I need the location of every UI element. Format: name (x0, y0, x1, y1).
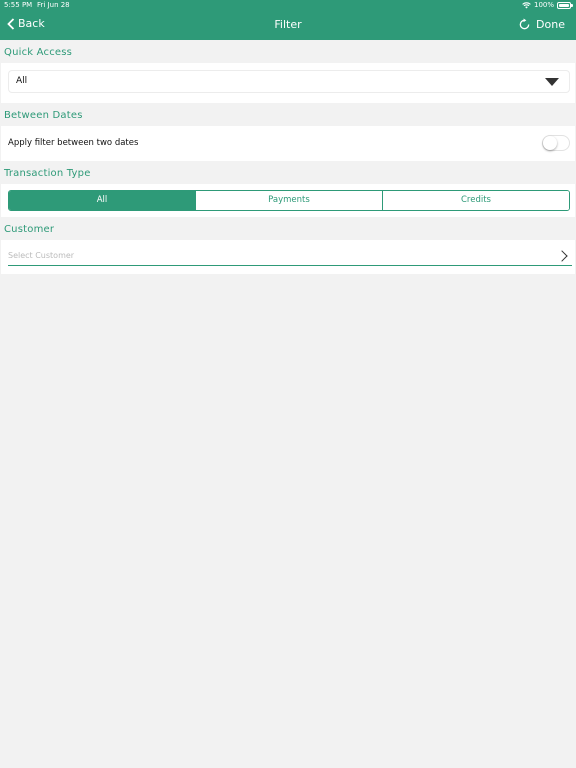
done-button[interactable]: Done (536, 18, 565, 31)
customer-panel: Select Customer (1, 240, 575, 274)
page-title: Filter (274, 18, 302, 31)
date-filter-toggle[interactable] (542, 135, 570, 151)
toggle-knob (543, 136, 557, 150)
segment-payments[interactable]: Payments (195, 191, 382, 210)
navigation-bar: 5:55 PM Fri Jun 28 100% Back Filter Done (0, 0, 576, 40)
segment-credits[interactable]: Credits (382, 191, 569, 210)
chevron-right-icon (556, 250, 568, 262)
wifi-icon (522, 1, 531, 8)
between-dates-label: Between Dates (4, 110, 83, 121)
status-indicators: 100% (522, 1, 573, 9)
quick-access-dropdown[interactable]: All (8, 70, 570, 93)
transaction-type-segmented-control: All Payments Credits (8, 190, 570, 211)
customer-label: Customer (4, 224, 55, 235)
quick-access-label: Quick Access (4, 47, 73, 58)
between-dates-panel: Apply filter between two dates (1, 126, 575, 161)
date-filter-toggle-label: Apply filter between two dates (8, 138, 139, 148)
battery-icon (557, 1, 573, 9)
refresh-icon[interactable] (518, 18, 531, 31)
status-time: 5:55 PM (4, 1, 33, 9)
select-customer-field[interactable]: Select Customer (8, 246, 572, 266)
quick-access-value: All (16, 76, 28, 86)
quick-access-panel: All (1, 63, 575, 103)
battery-percent: 100% (533, 1, 554, 9)
segment-all[interactable]: All (9, 191, 195, 210)
transaction-type-label: Transaction Type (4, 168, 91, 179)
caret-down-icon (545, 78, 559, 86)
status-date: Fri Jun 28 (37, 1, 70, 9)
transaction-type-panel: All Payments Credits (1, 184, 575, 217)
customer-placeholder: Select Customer (8, 251, 75, 260)
